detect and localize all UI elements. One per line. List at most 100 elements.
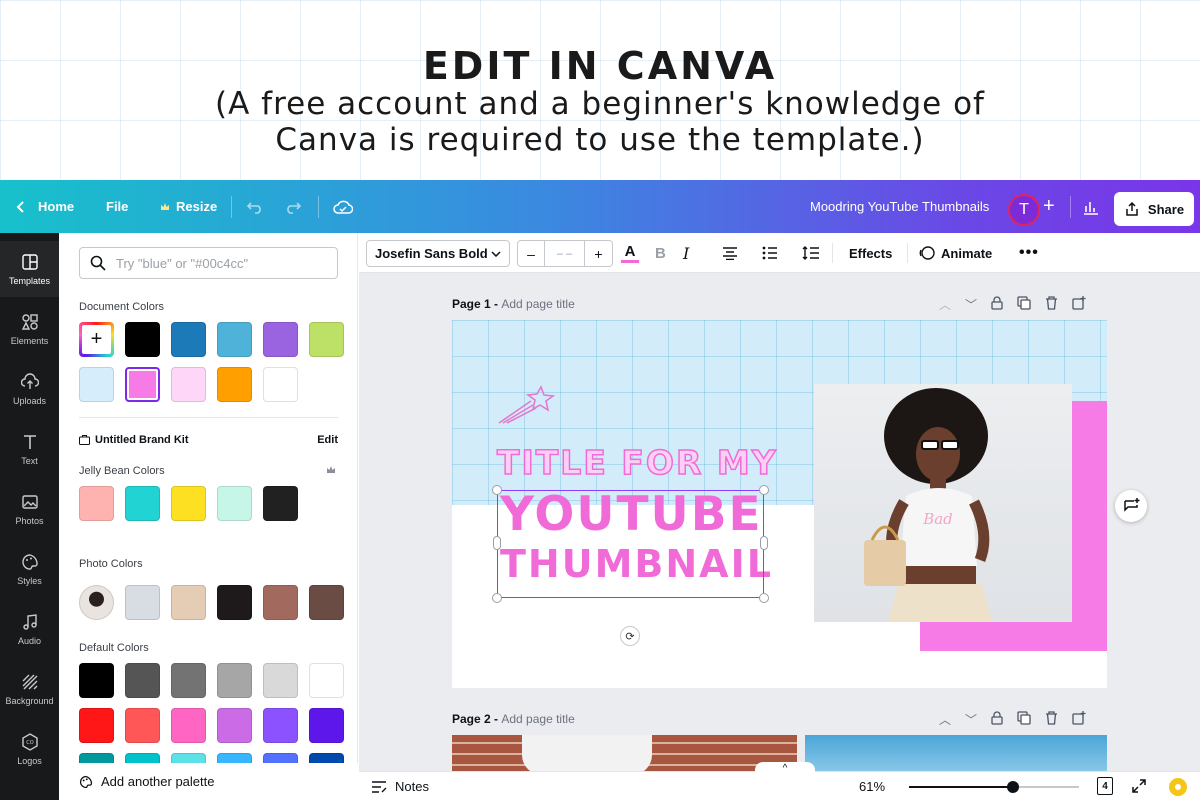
list-button[interactable]: [762, 233, 778, 273]
user-avatar[interactable]: T: [1008, 194, 1040, 226]
color-swatch[interactable]: [171, 585, 206, 620]
duplicate-icon[interactable]: [1017, 711, 1031, 725]
add-collaborator-button[interactable]: +: [1043, 180, 1055, 233]
resize-handle-top-right[interactable]: [759, 485, 769, 495]
model-photo[interactable]: Bad: [814, 384, 1072, 622]
add-palette-button[interactable]: Add another palette: [59, 763, 358, 800]
rail-item-templates[interactable]: Templates: [0, 241, 59, 297]
color-search-input[interactable]: [116, 255, 316, 271]
color-swatch[interactable]: [263, 367, 298, 402]
chevron-down-icon[interactable]: ﹀: [965, 296, 977, 313]
color-swatch[interactable]: [309, 663, 344, 698]
text-color-button[interactable]: A: [621, 233, 639, 273]
color-swatch[interactable]: [309, 708, 344, 743]
align-center-button[interactable]: [722, 233, 738, 273]
color-swatch[interactable]: [79, 367, 114, 402]
font-size-increase[interactable]: +: [585, 241, 612, 266]
color-swatch[interactable]: [309, 585, 344, 620]
color-swatch[interactable]: [171, 663, 206, 698]
photo-thumbnail[interactable]: [79, 585, 114, 620]
resize-handle-left[interactable]: [493, 536, 501, 550]
zoom-value[interactable]: 61%: [859, 779, 885, 794]
help-button[interactable]: [1169, 778, 1187, 796]
color-swatch[interactable]: [171, 322, 206, 357]
color-swatch[interactable]: [79, 663, 114, 698]
color-swatch[interactable]: [217, 367, 252, 402]
collapse-pages-button[interactable]: ^: [755, 762, 815, 776]
fullscreen-button[interactable]: [1131, 778, 1147, 797]
redo-button[interactable]: [284, 180, 302, 233]
color-swatch[interactable]: [171, 486, 206, 521]
color-swatch-selected[interactable]: [125, 367, 160, 402]
chevron-up-icon[interactable]: ︿: [939, 296, 951, 313]
lock-icon[interactable]: [991, 711, 1003, 725]
color-swatch[interactable]: [263, 486, 298, 521]
color-swatch[interactable]: [263, 322, 298, 357]
chevron-down-icon[interactable]: ﹀: [965, 711, 977, 728]
resize-handle-bottom-right[interactable]: [759, 593, 769, 603]
color-swatch[interactable]: [171, 708, 206, 743]
animate-button[interactable]: Animate: [919, 233, 992, 273]
text-selection-box[interactable]: [497, 490, 764, 598]
color-swatch[interactable]: [171, 367, 206, 402]
save-status-button[interactable]: [333, 180, 353, 233]
color-swatch[interactable]: [125, 322, 160, 357]
color-swatch[interactable]: [217, 585, 252, 620]
font-family-dropdown[interactable]: Josefin Sans Bold: [366, 240, 510, 267]
resize-handle-right[interactable]: [760, 536, 768, 550]
page-count-button[interactable]: 4: [1097, 777, 1113, 795]
rail-item-audio[interactable]: Audio: [0, 601, 59, 657]
color-swatch[interactable]: [217, 708, 252, 743]
page-2-title-input[interactable]: Add page title: [501, 712, 574, 726]
add-page-icon[interactable]: [1072, 296, 1086, 310]
trash-icon[interactable]: [1045, 711, 1058, 725]
color-swatch[interactable]: [125, 708, 160, 743]
notes-button[interactable]: Notes: [371, 772, 429, 800]
effects-button[interactable]: Effects: [849, 233, 892, 273]
font-size-decrease[interactable]: –: [518, 241, 545, 266]
zoom-slider-handle[interactable]: [1006, 781, 1019, 793]
color-swatch[interactable]: [263, 708, 298, 743]
color-swatch[interactable]: [217, 663, 252, 698]
rail-item-uploads[interactable]: Uploads: [0, 361, 59, 417]
resize-handle-top-left[interactable]: [492, 485, 502, 495]
color-swatch[interactable]: [263, 585, 298, 620]
resize-button[interactable]: Resize: [160, 180, 217, 233]
thumbnail-title-line-1[interactable]: TITLE FOR MY: [496, 442, 778, 483]
spacing-button[interactable]: [802, 233, 820, 273]
color-swatch[interactable]: [125, 486, 160, 521]
font-size-value[interactable]: – –: [545, 241, 585, 266]
design-page-1[interactable]: Bad TITLE FOR MY YOUTUBE THUMBNAIL ⟳: [452, 320, 1107, 688]
page-1-title-input[interactable]: Add page title: [501, 297, 574, 311]
insights-button[interactable]: [1082, 180, 1100, 233]
color-swatch[interactable]: [125, 663, 160, 698]
rotate-handle-icon[interactable]: ⟳: [620, 626, 640, 646]
rail-item-elements[interactable]: Elements: [0, 301, 59, 357]
bold-icon[interactable]: B: [655, 233, 666, 273]
home-button[interactable]: Home: [16, 180, 74, 233]
color-swatch[interactable]: [79, 708, 114, 743]
chevron-up-icon[interactable]: ︿: [939, 711, 951, 728]
trash-icon[interactable]: [1045, 296, 1058, 310]
rail-item-background[interactable]: Background: [0, 661, 59, 717]
color-swatch[interactable]: [309, 322, 344, 357]
color-swatch[interactable]: [125, 585, 160, 620]
color-swatch[interactable]: [217, 322, 252, 357]
lock-icon[interactable]: [991, 296, 1003, 310]
file-menu[interactable]: File: [106, 180, 128, 233]
undo-button[interactable]: [246, 180, 264, 233]
rail-item-text[interactable]: Text: [0, 421, 59, 477]
document-title[interactable]: Moodring YouTube Thumbnails: [810, 180, 989, 233]
brand-kit-edit-link[interactable]: Edit: [317, 434, 338, 446]
more-options-icon[interactable]: •••: [1019, 233, 1039, 273]
rail-item-logos[interactable]: CO Logos: [0, 721, 59, 777]
rail-item-photos[interactable]: Photos: [0, 481, 59, 537]
zoom-slider[interactable]: [909, 781, 1079, 793]
share-button[interactable]: Share: [1114, 192, 1194, 226]
add-color-button[interactable]: +: [79, 322, 114, 357]
color-swatch[interactable]: [263, 663, 298, 698]
duplicate-icon[interactable]: [1017, 296, 1031, 310]
color-swatch[interactable]: [79, 486, 114, 521]
rail-item-styles[interactable]: Styles: [0, 541, 59, 597]
add-page-icon[interactable]: [1072, 711, 1086, 725]
